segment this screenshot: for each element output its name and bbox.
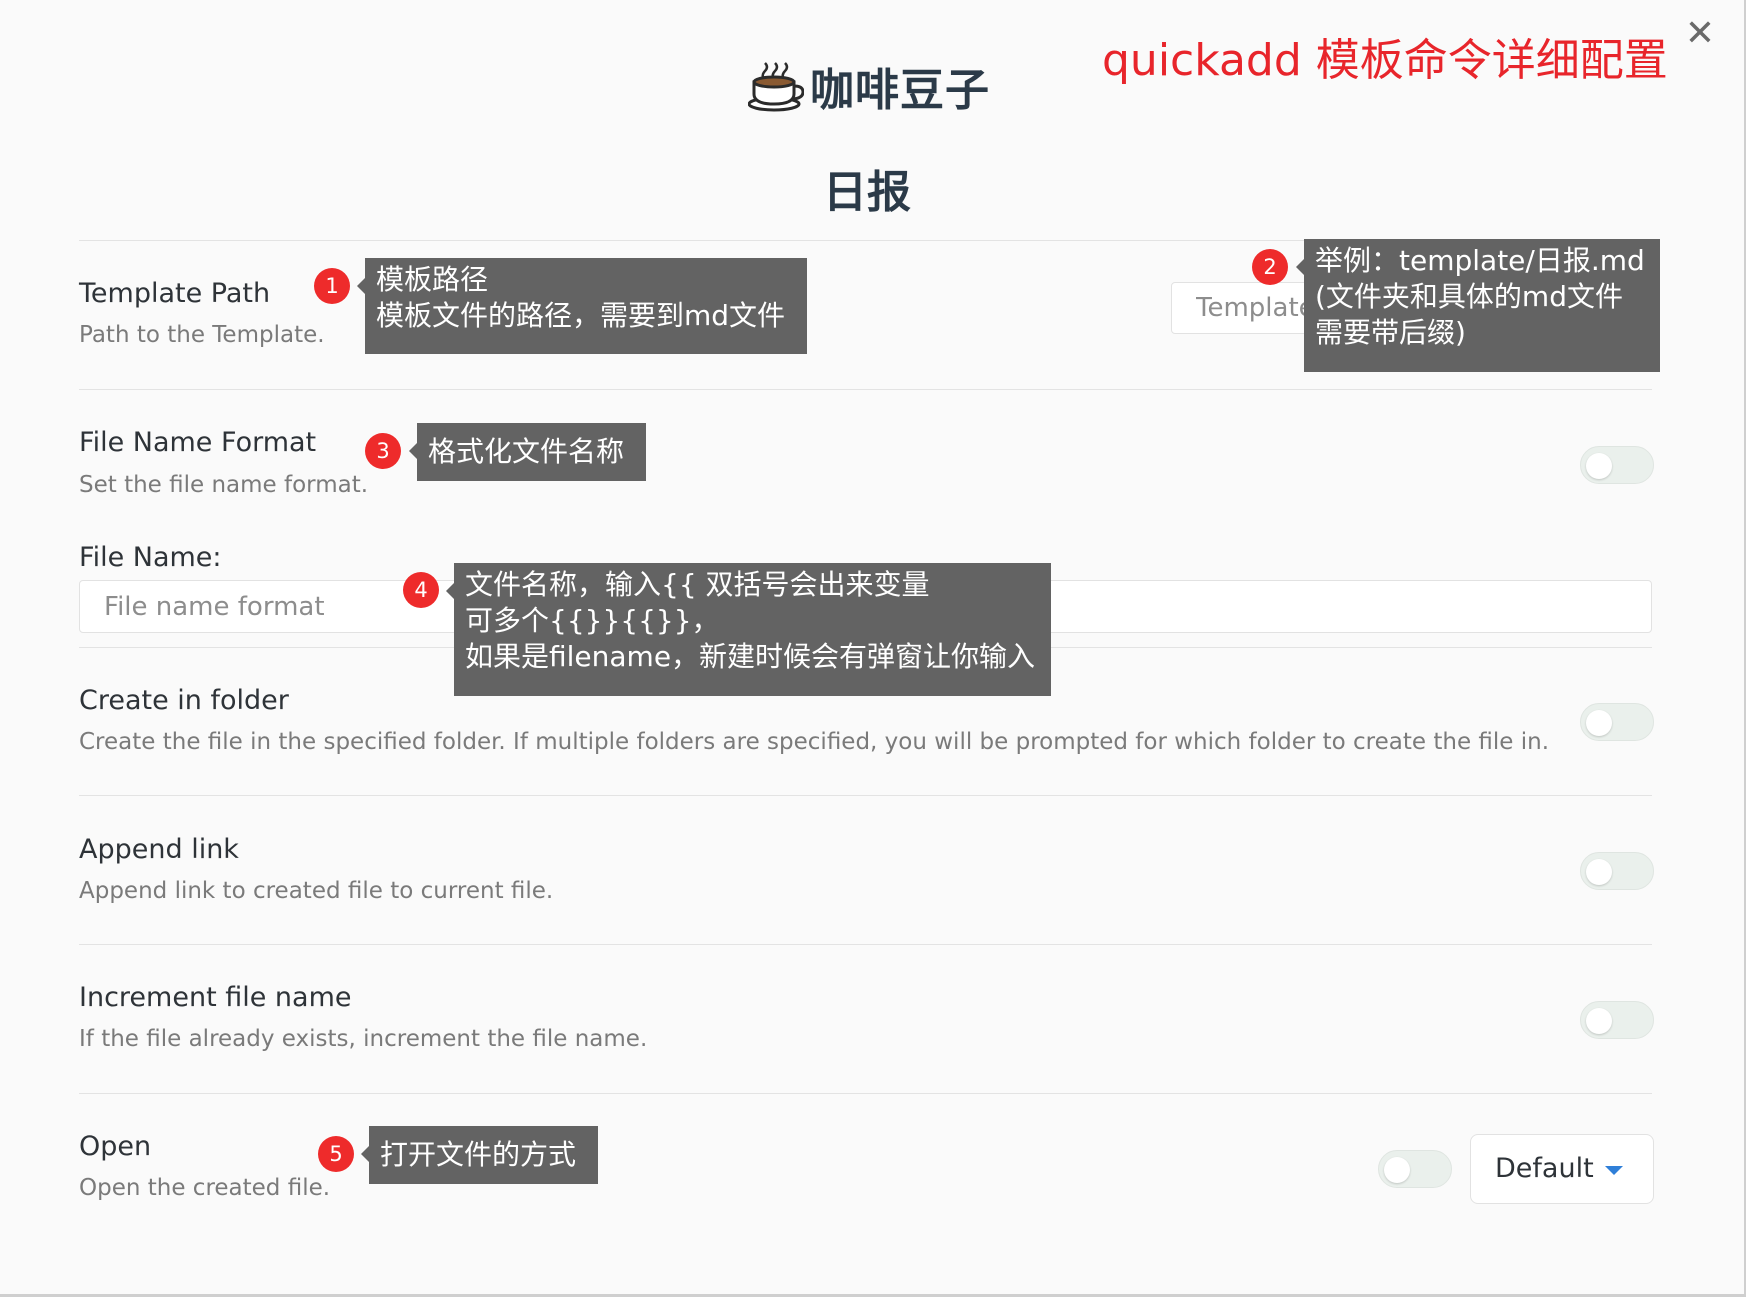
- setting-open-desc: Open the created file.: [79, 1175, 331, 1201]
- setting-create-in-folder-name: Create in folder: [79, 685, 289, 716]
- increment-file-name-toggle[interactable]: [1580, 1001, 1654, 1039]
- divider: [79, 389, 1652, 390]
- setting-increment-file-name-name: Increment file name: [79, 982, 352, 1013]
- create-in-folder-toggle[interactable]: [1580, 703, 1654, 741]
- annotation-badge-4: 4: [403, 572, 439, 608]
- divider: [79, 1093, 1652, 1094]
- annotation-tooltip-3: 格式化文件名称: [409, 423, 646, 481]
- annotation-1-line-1: 模板路径: [376, 263, 489, 296]
- divider: [79, 795, 1652, 796]
- file-name-format-toggle[interactable]: [1580, 446, 1654, 484]
- setting-template-path-desc: Path to the Template.: [79, 322, 325, 348]
- annotation-title: quickadd 模板命令详细配置: [1102, 35, 1668, 86]
- coffee-cup-icon: [748, 62, 804, 112]
- toggle-knob: [1586, 710, 1612, 736]
- setting-open-name: Open: [79, 1131, 152, 1162]
- setting-file-name-format-desc: Set the file name format.: [79, 472, 369, 498]
- toggle-knob: [1384, 1157, 1410, 1183]
- annotation-tooltip-1: 模板路径 模板文件的路径，需要到md文件: [357, 258, 807, 354]
- setting-append-link-name: Append link: [79, 834, 239, 865]
- setting-increment-file-name-desc: If the file already exists, increment th…: [79, 1026, 648, 1052]
- annotation-4-line-2: 可多个{{}}{{}}，: [465, 604, 720, 637]
- append-link-toggle[interactable]: [1580, 852, 1654, 890]
- toggle-knob: [1586, 1008, 1612, 1034]
- annotation-3-line-1: 格式化文件名称: [428, 435, 625, 468]
- file-name-label: File Name:: [79, 542, 222, 573]
- page-title: 日报: [823, 167, 911, 218]
- divider: [79, 944, 1652, 945]
- annotation-badge-5: 5: [318, 1136, 354, 1172]
- chevron-down-icon: [1605, 1166, 1623, 1175]
- annotation-tooltip-5: 打开文件的方式: [361, 1126, 598, 1184]
- annotation-tooltip-4: 文件名称，输入{{ 双括号会出来变量 可多个{{}}{{}}， 如果是filen…: [446, 563, 1051, 696]
- annotation-4-line-1: 文件名称，输入{{ 双括号会出来变量: [465, 568, 930, 601]
- setting-create-in-folder-desc: Create the file in the specified folder.…: [79, 729, 1550, 755]
- annotation-2-line-2: (文件夹和具体的md文件: [1315, 280, 1623, 313]
- open-mode-value: Default: [1495, 1153, 1594, 1184]
- annotation-1-line-2: 模板文件的路径，需要到md文件: [376, 299, 786, 332]
- annotation-badge-2: 2: [1252, 249, 1288, 285]
- close-icon[interactable]: ✕: [1684, 16, 1716, 52]
- annotation-5-line-1: 打开文件的方式: [380, 1138, 577, 1171]
- annotation-2-line-1: 举例：template/日报.md: [1315, 244, 1645, 277]
- open-mode-select[interactable]: Default: [1470, 1134, 1654, 1204]
- annotation-badge-1: 1: [314, 268, 350, 304]
- annotation-tooltip-2: 举例：template/日报.md (文件夹和具体的md文件 需要带后缀): [1296, 239, 1660, 372]
- setting-append-link-desc: Append link to created file to current f…: [79, 878, 554, 904]
- setting-template-path-name: Template Path: [79, 278, 271, 309]
- annotation-2-line-3: 需要带后缀): [1315, 316, 1466, 349]
- setting-file-name-format-name: File Name Format: [79, 427, 317, 458]
- template-choice-modal: ✕ quickadd 模板命令详细配置 咖啡豆子 日报 Template Pat…: [0, 0, 1746, 1297]
- brand: 咖啡豆子: [748, 56, 990, 116]
- toggle-knob: [1586, 859, 1612, 885]
- annotation-4-line-3: 如果是filename，新建时候会有弹窗让你输入: [465, 640, 1036, 673]
- brand-name: 咖啡豆子: [810, 65, 990, 116]
- open-toggle[interactable]: [1378, 1150, 1452, 1188]
- annotation-badge-3: 3: [365, 433, 401, 469]
- toggle-knob: [1586, 453, 1612, 479]
